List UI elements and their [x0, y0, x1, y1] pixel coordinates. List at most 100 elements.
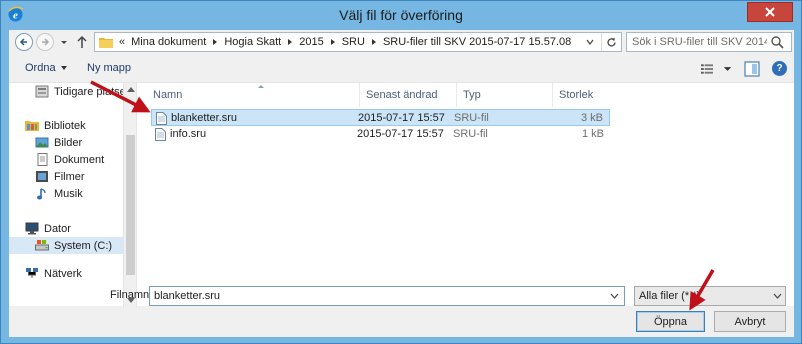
sidebar-item-label: Dator [44, 222, 71, 235]
sidebar-item-label: Bibliotek [44, 119, 86, 132]
sidebar-item-computer[interactable]: Dator [25, 220, 71, 237]
chevron-down-icon [773, 293, 781, 299]
breadcrumb-2015[interactable]: 2015 [299, 36, 323, 48]
sidebar-item-label: Tidigare platser [54, 85, 123, 98]
sidebar-item-libraries[interactable]: Bibliotek [25, 117, 86, 134]
help-button[interactable]: ? [772, 61, 787, 76]
breadcrumb-current-folder[interactable]: SRU-filer till SKV 2015-07-17 15.57.08 [383, 36, 571, 48]
preview-pane-icon[interactable] [743, 60, 761, 78]
sort-ascending-icon [258, 85, 264, 88]
libraries-icon [25, 121, 39, 131]
sidebar-item-label: Dokument [54, 153, 105, 166]
file-row-blanketter[interactable]: blanketter.sru 2015-07-17 15:57 SRU-fil … [151, 109, 610, 126]
open-button[interactable]: Öppna [636, 311, 705, 332]
breadcrumb-separator-icon[interactable] [288, 39, 293, 45]
breadcrumb-separator-icon[interactable] [371, 39, 376, 45]
file-name: info.sru [170, 128, 207, 140]
file-row-info[interactable]: info.sru 2015-07-17 15:57 SRU-fil 1 kB [151, 126, 610, 143]
dialog-body: « Mina dokument Hogia Skatt 2015 SRU SRU… [9, 30, 794, 337]
sidebar-item-pictures[interactable]: Bilder [35, 134, 82, 151]
file-icon [156, 112, 167, 125]
pictures-icon [35, 137, 49, 148]
back-button[interactable] [15, 33, 33, 51]
recent-places-icon [35, 85, 49, 98]
breadcrumb-mina-dokument[interactable]: Mina dokument [131, 36, 206, 48]
arrow-left-icon [19, 38, 27, 46]
navigation-pane: Tidigare platser Bibliotek Bilder Dokume… [9, 83, 136, 307]
filename-label: Filnamn: [110, 289, 153, 301]
sidebar-item-videos[interactable]: Filmer [35, 168, 85, 185]
chevron-down-icon [610, 293, 618, 299]
breadcrumb-hogia-skatt[interactable]: Hogia Skatt [224, 36, 281, 48]
address-history-dropdown-icon[interactable] [585, 38, 595, 46]
file-list: Namn Senast ändrad Typ Storlek blankette… [136, 83, 794, 307]
file-date: 2015-07-17 15:57 [357, 128, 444, 140]
music-icon [37, 188, 46, 200]
breadcrumb-separator-icon[interactable] [213, 39, 218, 45]
sidebar-item-label: Nätverk [44, 267, 82, 280]
close-icon [765, 7, 775, 17]
close-button[interactable] [747, 2, 793, 22]
arrow-right-icon [42, 38, 50, 46]
navigation-bar: « Mina dokument Hogia Skatt 2015 SRU SRU… [9, 30, 794, 54]
file-name: blanketter.sru [171, 112, 238, 124]
file-type: SRU-fil [453, 128, 488, 140]
scrollbar-thumb[interactable] [126, 135, 135, 275]
change-view-button[interactable] [701, 60, 733, 78]
computer-icon [25, 222, 39, 235]
chevron-down-icon [60, 66, 67, 71]
organize-menu[interactable]: Ordna [25, 62, 67, 74]
address-bar[interactable]: « Mina dokument Hogia Skatt 2015 SRU SRU… [94, 32, 622, 52]
sidebar-item-network[interactable]: Nätverk [25, 265, 82, 282]
navigation-list: Tidigare platser Bibliotek Bilder Dokume… [9, 83, 123, 307]
new-folder-button[interactable]: Ny mapp [87, 62, 131, 74]
file-type-filter-select[interactable]: Alla filer (*.*) [634, 286, 786, 306]
column-header-type[interactable]: Typ [457, 83, 553, 107]
scroll-up-icon[interactable] [127, 87, 135, 92]
breadcrumb-separator-icon[interactable] [330, 39, 335, 45]
sidebar-item-system-drive[interactable]: System (C:) [9, 237, 123, 254]
cancel-button[interactable]: Avbryt [714, 311, 786, 332]
search-icon[interactable] [769, 34, 785, 50]
filename-input[interactable] [150, 290, 606, 302]
sidebar-item-label: Musik [54, 187, 83, 200]
overflow-chevron[interactable]: « [119, 36, 125, 48]
recent-locations-dropdown-icon[interactable] [59, 36, 69, 48]
file-type-filter-dropdown[interactable] [769, 293, 785, 299]
file-size: 1 kB [581, 128, 604, 140]
drive-icon [35, 240, 49, 251]
filename-field[interactable] [149, 286, 625, 306]
file-icon [155, 128, 166, 141]
column-header-date[interactable]: Senast ändrad [360, 83, 457, 107]
search-input[interactable] [627, 36, 767, 48]
sidebar-item-recent-places[interactable]: Tidigare platser [35, 83, 123, 100]
breadcrumb-sru[interactable]: SRU [342, 36, 365, 48]
file-type-filter-value: Alla filer (*.*) [639, 290, 701, 302]
content-area: Tidigare platser Bibliotek Bilder Dokume… [9, 82, 794, 307]
sidebar-item-label: Bilder [54, 136, 83, 149]
title-bar[interactable]: e Välj fil för överföring [1, 1, 801, 29]
organize-label: Ordna [25, 62, 56, 74]
forward-button[interactable] [36, 33, 54, 51]
navigation-scrollbar[interactable] [123, 83, 136, 307]
filename-dropdown-button[interactable] [606, 287, 622, 305]
column-header-label: Namn [153, 89, 183, 101]
details-view-icon [701, 64, 713, 74]
sidebar-item-label: Filmer [54, 170, 85, 183]
up-one-level-icon[interactable] [75, 34, 89, 50]
file-type: SRU-fil [454, 112, 489, 124]
file-open-dialog: e Välj fil för överföring « Mina dokumen… [0, 0, 802, 344]
sidebar-item-documents[interactable]: Dokument [35, 151, 104, 168]
column-header-name[interactable]: Namn [147, 83, 360, 107]
sidebar-item-label: System (C:) [54, 239, 113, 252]
dialog-title: Välj fil för överföring [339, 7, 463, 23]
file-size: 3 kB [580, 112, 603, 124]
search-box[interactable] [626, 32, 792, 52]
documents-icon [37, 153, 48, 166]
file-date: 2015-07-17 15:57 [358, 112, 445, 124]
column-header-size[interactable]: Storlek [553, 83, 609, 107]
folder-icon [99, 38, 113, 48]
sidebar-item-music[interactable]: Musik [35, 185, 83, 202]
refresh-icon [607, 37, 616, 46]
refresh-button[interactable] [601, 33, 621, 51]
